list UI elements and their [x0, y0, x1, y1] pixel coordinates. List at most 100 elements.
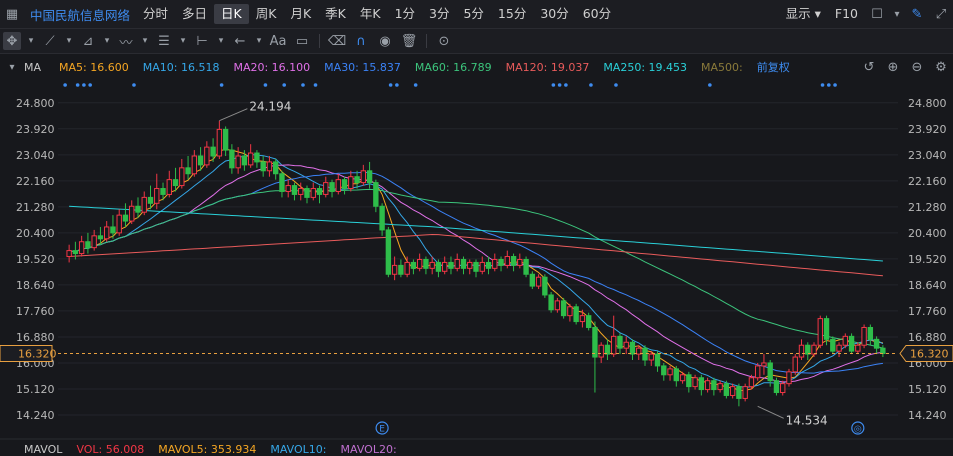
event-dot[interactable] [301, 83, 305, 87]
candle[interactable] [867, 326, 874, 340]
chevron-down-icon[interactable]: ▾ [892, 5, 902, 23]
candle[interactable] [517, 258, 523, 266]
candle[interactable] [723, 383, 730, 396]
candle[interactable] [341, 179, 348, 190]
candle[interactable] [154, 188, 160, 204]
candle[interactable] [279, 173, 285, 192]
candle[interactable] [454, 258, 460, 269]
candle[interactable] [836, 344, 842, 352]
chevron-down-icon[interactable]: ▾ [103, 32, 111, 50]
candle[interactable] [291, 185, 298, 195]
period-tab[interactable]: 30分 [533, 4, 575, 24]
candle[interactable] [692, 377, 698, 388]
chevron-down-icon[interactable]: ▾ [179, 32, 187, 50]
candle[interactable] [179, 167, 185, 187]
stock-title[interactable]: 中国民航信息网络 [24, 5, 136, 24]
candle[interactable] [742, 386, 748, 399]
candle[interactable] [773, 380, 780, 394]
candle[interactable] [823, 318, 830, 340]
wave-tool-icon[interactable]: 〰 [117, 32, 135, 51]
arrow-tool-icon[interactable]: ← [231, 32, 249, 50]
candle[interactable] [873, 338, 880, 349]
comment-tool-icon[interactable]: ▭ [293, 32, 311, 50]
candle[interactable] [880, 347, 886, 354]
event-dot[interactable] [589, 83, 593, 87]
candle[interactable] [673, 368, 679, 382]
candle[interactable] [567, 306, 573, 317]
candle[interactable] [379, 205, 385, 231]
candle[interactable] [805, 344, 811, 355]
candle[interactable] [110, 226, 116, 234]
candle[interactable] [711, 380, 717, 391]
candle[interactable] [648, 353, 654, 361]
candle[interactable] [748, 377, 755, 388]
candle[interactable] [729, 386, 736, 396]
eye-icon[interactable]: ◉ [376, 32, 394, 50]
chevron-down-icon[interactable]: ▾ [27, 32, 35, 50]
candle[interactable] [285, 185, 291, 192]
candle[interactable] [767, 362, 773, 382]
period-tab[interactable]: 15分 [491, 4, 533, 24]
candle[interactable] [66, 250, 72, 258]
line-tool-icon[interactable]: ⟋ [41, 32, 59, 50]
event-dot[interactable] [708, 83, 712, 87]
event-dot[interactable] [614, 83, 618, 87]
candle[interactable] [679, 374, 686, 382]
candle[interactable] [354, 176, 360, 184]
candle[interactable] [542, 276, 548, 296]
candle[interactable] [160, 188, 166, 195]
candle[interactable] [385, 229, 392, 275]
candle[interactable] [266, 161, 273, 172]
candle[interactable] [141, 196, 147, 213]
adjust-mode-button[interactable]: 前复权 [757, 59, 790, 75]
period-tab[interactable]: 3分 [422, 4, 456, 24]
grid-menu-icon[interactable]: ▦ [3, 5, 21, 23]
candle[interactable] [398, 264, 404, 275]
candle[interactable] [698, 377, 705, 391]
candle[interactable] [373, 182, 379, 207]
candle[interactable] [348, 176, 354, 190]
candle[interactable] [216, 128, 223, 157]
candle[interactable] [460, 258, 467, 269]
candle[interactable] [116, 214, 122, 234]
event-dot[interactable] [313, 83, 318, 87]
chart-type-icon[interactable]: ☐ [868, 5, 886, 23]
chevron-down-icon[interactable]: ▾ [217, 32, 225, 50]
candle[interactable] [197, 155, 204, 166]
candle[interactable] [97, 235, 104, 240]
event-dot[interactable] [282, 83, 287, 87]
event-dot[interactable] [263, 83, 268, 87]
event-dot[interactable] [833, 83, 837, 87]
event-dot[interactable] [551, 83, 556, 87]
event-marker-label[interactable]: E [379, 425, 385, 435]
candle[interactable] [404, 261, 410, 275]
trash-icon[interactable]: 🗑 [400, 32, 418, 50]
candle[interactable] [467, 261, 473, 269]
event-dot[interactable] [557, 83, 562, 87]
candle[interactable] [129, 205, 135, 222]
candle[interactable] [316, 188, 323, 195]
candle[interactable] [686, 374, 692, 388]
candle[interactable] [585, 315, 592, 328]
period-tab[interactable]: 5分 [456, 4, 490, 24]
maximize-icon[interactable]: ⤢ [932, 5, 950, 23]
candle[interactable] [260, 161, 266, 172]
candle[interactable] [667, 368, 673, 376]
period-tab[interactable]: 分时 [136, 4, 175, 24]
candle[interactable] [623, 341, 629, 349]
candle[interactable] [335, 179, 341, 192]
display-dropdown[interactable]: 显示 ▾ [779, 4, 828, 24]
candle[interactable] [254, 152, 260, 163]
cursor-crosshair-icon[interactable]: ✥ [3, 32, 21, 50]
period-tab[interactable]: 1分 [388, 4, 422, 24]
candle[interactable] [855, 344, 861, 352]
eraser-icon[interactable]: ⌫ [328, 32, 346, 50]
candle[interactable] [416, 258, 423, 269]
candle[interactable] [485, 261, 492, 269]
fibonacci-tool-icon[interactable]: ☰ [155, 32, 173, 50]
draw-pen-icon[interactable]: ✎ [908, 5, 926, 23]
period-tab[interactable]: 季K [318, 4, 353, 24]
candle[interactable] [798, 344, 805, 358]
candle[interactable] [91, 235, 97, 249]
event-dot[interactable] [63, 83, 67, 87]
